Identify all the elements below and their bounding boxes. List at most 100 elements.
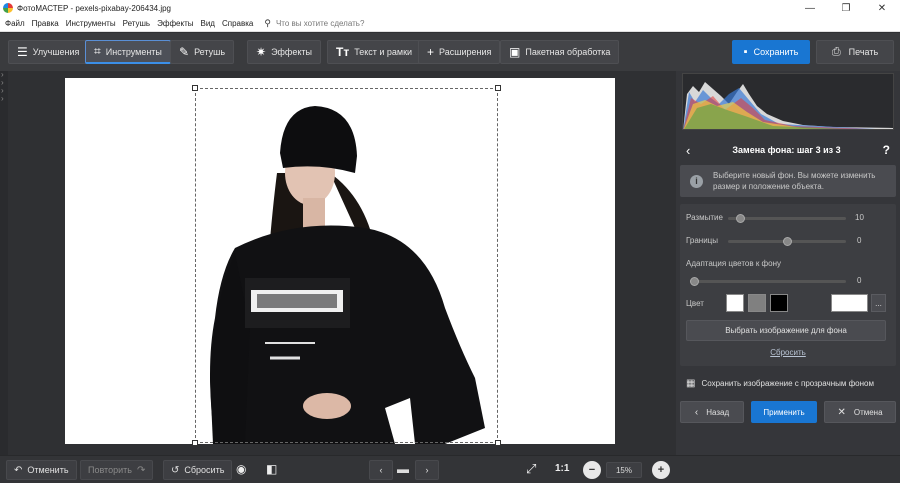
help-button[interactable]: ?: [883, 143, 890, 157]
redo-button[interactable]: Повторить ↷: [80, 460, 154, 480]
save-transparent-label: Сохранить изображение с прозрачным фоном: [701, 379, 874, 388]
menu-effects[interactable]: Эффекты: [157, 19, 193, 28]
reset-link[interactable]: Сбросить: [680, 348, 896, 357]
reset-label: Сбросить: [184, 465, 225, 475]
tab-extensions[interactable]: + Расширения: [418, 40, 501, 64]
tab-text-frames[interactable]: Tт Текст и рамки: [327, 40, 422, 64]
cancel-label: Отмена: [853, 407, 883, 417]
borders-slider-knob[interactable]: [783, 237, 792, 246]
print-button[interactable]: ⎙ Печать: [816, 40, 894, 64]
maximize-button[interactable]: ❐: [828, 0, 864, 16]
tab-batch[interactable]: ▣ Пакетная обработка: [500, 40, 620, 64]
menu-tools[interactable]: Инструменты: [66, 19, 116, 28]
blur-slider-knob[interactable]: [735, 214, 745, 223]
menu-search[interactable]: ⚲ Что вы хотите сделать?: [264, 18, 364, 29]
window-controls: — ❐ ✕: [792, 0, 900, 16]
print-label: Печать: [848, 47, 879, 57]
zoom-in-button[interactable]: +: [652, 461, 670, 479]
step-title: Замена фона: шаг 3 из 3: [732, 145, 841, 155]
prev-image-button[interactable]: ‹: [369, 460, 393, 480]
search-icon: ⚲: [264, 18, 271, 28]
zoom-out-button[interactable]: −: [583, 461, 601, 479]
transparency-icon: ▦: [686, 378, 696, 389]
text-icon: Tт: [336, 45, 350, 59]
adapt-label: Адаптация цветов к фону: [686, 259, 782, 268]
tab-label: Эффекты: [271, 47, 312, 57]
menu-edit[interactable]: Правка: [32, 19, 59, 28]
tab-enhancements[interactable]: ☰ Улучшения: [8, 40, 89, 64]
swatch-gray[interactable]: [748, 294, 766, 312]
window-title: ФотоМАСТЕР - pexels-pixabay-206434.jpg: [17, 3, 172, 13]
borders-slider[interactable]: [728, 237, 846, 246]
histogram: [682, 73, 894, 130]
eye-icon[interactable]: ◉: [236, 462, 246, 476]
crop-icon: ⌗: [94, 44, 101, 58]
minimize-button[interactable]: —: [792, 0, 828, 16]
crop-handle-bottom-right[interactable]: [495, 440, 501, 446]
reset-button[interactable]: ↺ Сбросить: [163, 460, 233, 480]
close-button[interactable]: ✕: [864, 0, 900, 16]
back-button[interactable]: ‹ Назад: [680, 401, 744, 423]
chevron-left-icon: ‹: [694, 406, 699, 418]
blur-value: 10: [855, 213, 864, 222]
save-button[interactable]: ▪ Сохранить: [732, 40, 810, 64]
close-x-icon: ✕: [837, 406, 846, 418]
borders-label: Границы: [686, 236, 718, 245]
color-label: Цвет: [686, 299, 704, 308]
crop-selection-frame[interactable]: [195, 88, 498, 443]
blur-slider[interactable]: [728, 214, 846, 223]
undo-button[interactable]: ↶ Отменить: [6, 460, 77, 480]
menu-help[interactable]: Справка: [222, 19, 253, 28]
tab-label: Улучшения: [32, 47, 80, 57]
sparkle-icon: ✷: [256, 45, 267, 59]
save-transparent-button[interactable]: ▦ Сохранить изображение с прозрачным фон…: [680, 373, 896, 394]
bottom-bar: ↶ Отменить Повторить ↷ ↺ Сбросить ◉ ◧ ‹ …: [0, 455, 900, 483]
tab-retouch[interactable]: ✎ Ретушь: [170, 40, 235, 64]
fit-screen-icon[interactable]: ⤢: [526, 461, 536, 477]
more-colors-button[interactable]: ...: [871, 294, 886, 312]
tab-label: Расширения: [439, 47, 492, 57]
crop-handle-bottom-left[interactable]: [192, 440, 198, 446]
blur-label: Размытие: [686, 213, 723, 222]
crop-handle-top-left[interactable]: [192, 85, 198, 91]
plus-icon: +: [427, 45, 435, 59]
histogram-graph: [683, 82, 893, 129]
menu-view[interactable]: Вид: [200, 19, 214, 28]
ratio-button[interactable]: 1:1: [555, 463, 569, 474]
menu-file[interactable]: Файл: [5, 19, 25, 28]
next-image-button[interactable]: ›: [415, 460, 439, 480]
sliders-icon: ☰: [17, 45, 28, 59]
save-label: Сохранить: [753, 47, 799, 57]
printer-icon: ⎙: [831, 45, 841, 58]
zoom-value[interactable]: 15%: [606, 462, 642, 478]
borders-value: 0: [857, 236, 862, 245]
adapt-slider-knob[interactable]: [690, 277, 699, 286]
app-logo-icon: [3, 3, 13, 13]
custom-color-swatch[interactable]: [831, 294, 868, 312]
batch-icon: ▣: [509, 45, 521, 59]
folder-icon[interactable]: ▬: [397, 462, 409, 476]
tab-tools[interactable]: ⌗ Инструменты: [85, 40, 171, 64]
adapt-slider[interactable]: [690, 277, 846, 286]
tab-effects[interactable]: ✷ Эффекты: [247, 40, 321, 64]
info-box: i Выберите новый фон. Вы можете изменить…: [680, 165, 896, 197]
info-line-1: Выберите новый фон. Вы можете изменить: [713, 171, 876, 180]
swatch-black[interactable]: [770, 294, 788, 312]
compare-icon[interactable]: ◧: [266, 462, 277, 476]
menu-bar: Файл Правка Инструменты Ретушь Эффекты В…: [0, 16, 900, 32]
menu-retouch[interactable]: Ретушь: [123, 19, 151, 28]
tab-label: Пакетная обработка: [525, 47, 611, 57]
title-bar: ФотоМАСТЕР - pexels-pixabay-206434.jpg —…: [0, 0, 900, 16]
back-label: Назад: [706, 407, 730, 417]
cancel-button[interactable]: ✕ Отмена: [824, 401, 896, 423]
chevron-left-icon: ‹: [379, 465, 383, 475]
right-panel: ‹ Замена фона: шаг 3 из 3 ? i Выберите н…: [676, 71, 900, 455]
crop-handle-top-right[interactable]: [495, 85, 501, 91]
apply-button[interactable]: Применить: [751, 401, 817, 423]
left-collapse-strip[interactable]: › › › ›: [0, 71, 8, 455]
redo-icon: ↷: [136, 464, 146, 476]
tab-label: Инструменты: [105, 46, 162, 57]
swatch-white[interactable]: [726, 294, 744, 312]
choose-background-image-button[interactable]: Выбрать изображение для фона: [686, 320, 886, 341]
brush-icon: ✎: [179, 45, 190, 59]
